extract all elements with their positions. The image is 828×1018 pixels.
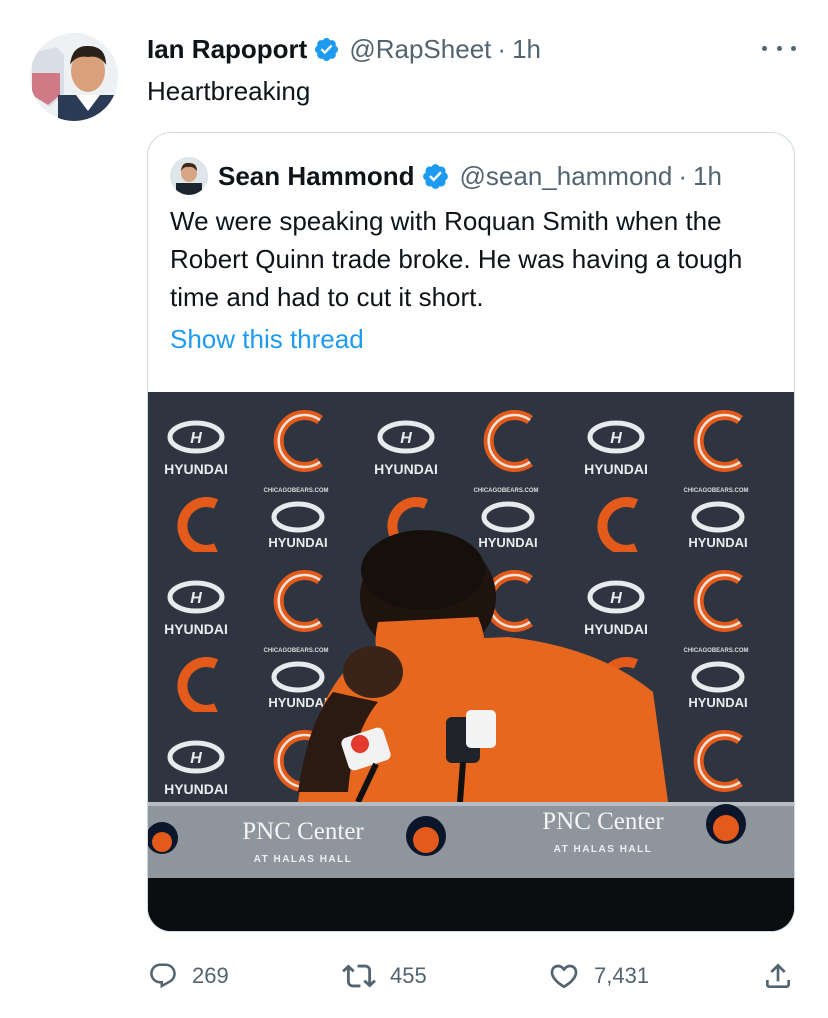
quoted-tweet-text: We were speaking with Roquan Smith when … [170,206,743,312]
podium-brand-left: PNC Center [242,818,364,845]
author-handle[interactable]: @RapSheet [349,34,491,65]
tweet-text: Heartbreaking [147,76,311,106]
quoted-tweet-header: Sean Hammond @sean_hammond · 1h [170,157,722,195]
podium-sub-left: AT HALAS HALL [254,854,353,865]
reply-button[interactable]: 269 [148,957,229,995]
tweet-header: Ian Rapoport @RapSheet · 1h [147,30,541,68]
share-icon [766,963,790,988]
hand [343,646,403,698]
like-button[interactable]: 7,431 [548,957,649,995]
reply-count: 269 [192,963,229,988]
quoted-author-handle: @sean_hammond [459,160,673,191]
more-icon[interactable] [762,38,796,58]
quoted-author-name: Sean Hammond [218,160,415,191]
author-avatar[interactable] [30,33,118,121]
quoted-header-separator: · [678,160,688,191]
quoted-tweet-card[interactable]: Sean Hammond @sean_hammond · 1h We were … [147,132,795,932]
quoted-author-avatar [170,157,208,195]
like-icon [550,964,578,989]
author-name[interactable]: Ian Rapoport [147,34,307,65]
retweet-button[interactable]: 455 [342,957,427,995]
retweet-count: 455 [390,963,427,988]
share-button[interactable] [762,957,808,995]
reply-icon [150,963,176,989]
press-conference-photo[interactable]: H HYUNDAI CHICAGOBEARS.COM HYUNDAI [148,392,794,931]
header-separator: · [497,33,507,64]
podium-sub-right: AT HALAS HALL [554,844,653,855]
tweet-time[interactable]: 1h [512,34,541,65]
verified-icon [313,36,340,63]
retweet-icon [342,964,376,988]
verified-icon [421,162,450,191]
quoted-tweet-time: 1h [693,160,722,191]
like-count: 7,431 [594,963,650,988]
show-thread-link[interactable]: Show this thread [170,324,364,355]
podium-brand-right: PNC Center [542,808,664,835]
